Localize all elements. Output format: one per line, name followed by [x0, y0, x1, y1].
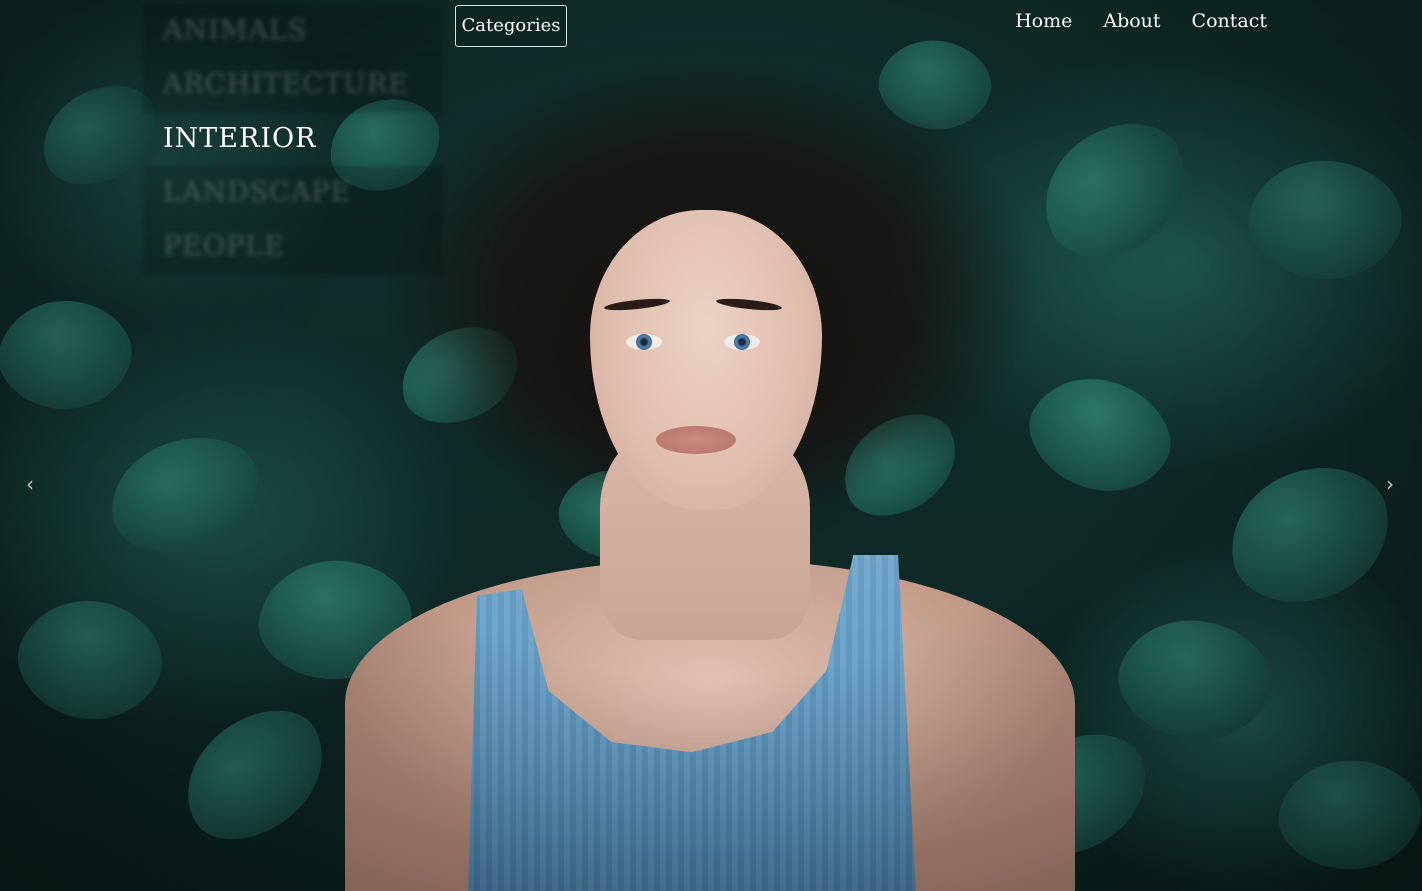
- chevron-right-icon[interactable]: ›: [1386, 472, 1394, 496]
- chevron-left-icon[interactable]: ‹: [26, 472, 34, 496]
- category-item-architecture[interactable]: Architecture: [143, 58, 443, 112]
- category-item-animals[interactable]: Animals: [143, 4, 443, 58]
- category-item-interior[interactable]: Interior: [143, 112, 443, 166]
- nav-about-link[interactable]: About: [1103, 10, 1160, 32]
- hero-slide: Animals Architecture Interior Landscape …: [0, 0, 1422, 891]
- category-menu: Animals Architecture Interior Landscape …: [143, 4, 443, 274]
- category-item-landscape[interactable]: Landscape: [143, 166, 443, 220]
- nav-contact-link[interactable]: Contact: [1192, 10, 1267, 32]
- main-nav: Home About Contact: [1015, 10, 1267, 32]
- nav-home-link[interactable]: Home: [1015, 10, 1072, 32]
- category-item-people[interactable]: People: [143, 220, 443, 274]
- categories-button[interactable]: Categories: [455, 5, 567, 47]
